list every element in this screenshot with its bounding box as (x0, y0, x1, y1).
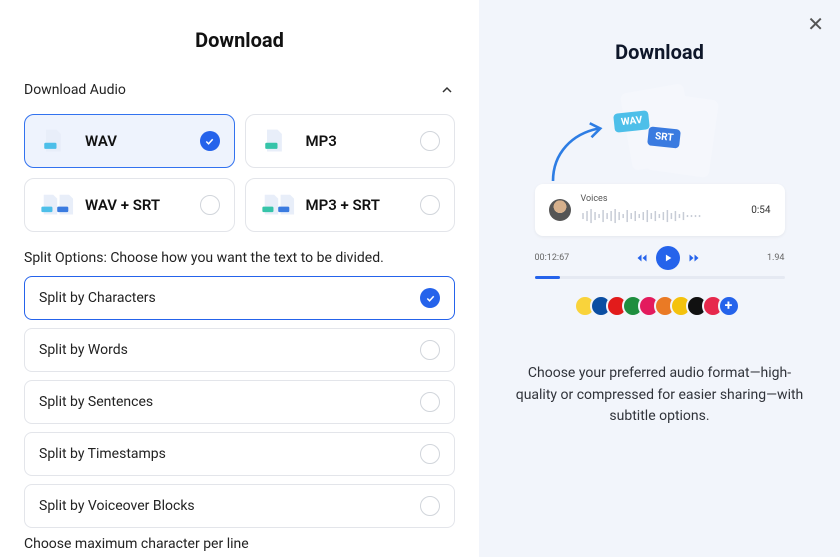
split-option-words[interactable]: Split by Words (24, 328, 455, 372)
play-button[interactable] (656, 246, 680, 270)
split-option-characters[interactable]: Split by Characters (24, 276, 455, 320)
split-option-sentences[interactable]: Split by Sentences (24, 380, 455, 424)
left-panel: Download Download Audio WAV MP3 (0, 0, 479, 557)
forward-icon[interactable] (688, 252, 700, 264)
arrow-icon (546, 118, 616, 188)
progress-bar[interactable] (535, 276, 785, 279)
language-flags: + (535, 295, 785, 317)
format-label: MP3 + SRT (306, 196, 421, 214)
radio-checked-icon (420, 288, 440, 308)
split-option-timestamps[interactable]: Split by Timestamps (24, 432, 455, 476)
right-panel: ✕ Download WAV SRT Voices 0:54 (479, 0, 840, 557)
split-option-voiceover-blocks[interactable]: Split by Voiceover Blocks (24, 484, 455, 528)
modal-title: Download (24, 28, 455, 52)
radio-empty-icon (420, 496, 440, 516)
format-label: WAV + SRT (85, 196, 200, 214)
radio-empty-icon (420, 340, 440, 360)
format-option-mp3-srt[interactable]: MP3 + SRT (245, 178, 456, 232)
illustration: WAV SRT Voices 0:54 00:12:67 (535, 94, 785, 317)
mp3-srt-icon (260, 191, 300, 219)
format-label: MP3 (306, 132, 421, 150)
download-audio-label: Download Audio (24, 82, 126, 98)
split-option-label: Split by Timestamps (39, 446, 166, 462)
right-panel-description: Choose your preferred audio format—high-… (503, 363, 816, 428)
radio-checked-icon (200, 131, 220, 151)
wav-tag-icon: WAV (613, 110, 650, 133)
radio-empty-icon (420, 392, 440, 412)
wav-srt-icon (39, 191, 79, 219)
mp3-icon (260, 127, 300, 155)
format-option-wav[interactable]: WAV (24, 114, 235, 168)
radio-empty-icon (420, 195, 440, 215)
right-panel-title: Download (615, 40, 704, 64)
max-characters-label: Choose maximum character per line (24, 536, 455, 552)
format-label: WAV (85, 132, 200, 150)
close-icon[interactable]: ✕ (807, 14, 824, 34)
voices-label: Voices (581, 194, 742, 204)
waveform-icon (581, 206, 742, 226)
format-option-wav-srt[interactable]: WAV + SRT (24, 178, 235, 232)
playback-scale: 1.94 (767, 253, 785, 263)
rewind-icon[interactable] (636, 252, 648, 264)
wav-icon (39, 127, 79, 155)
download-audio-header[interactable]: Download Audio (24, 74, 455, 106)
elapsed-time: 00:12:67 (535, 253, 570, 263)
radio-empty-icon (420, 444, 440, 464)
split-option-label: Split by Characters (39, 290, 156, 306)
more-flags-icon: + (718, 295, 740, 317)
radio-empty-icon (200, 195, 220, 215)
split-option-label: Split by Sentences (39, 394, 153, 410)
split-options-title: Split Options: Choose how you want the t… (24, 250, 455, 266)
player-controls: 00:12:67 1.94 (535, 246, 785, 270)
duration: 0:54 (751, 205, 770, 216)
voice-player: Voices 0:54 (535, 184, 785, 236)
chevron-up-icon (439, 82, 455, 98)
avatar (549, 199, 571, 221)
split-option-label: Split by Voiceover Blocks (39, 498, 195, 514)
radio-empty-icon (420, 131, 440, 151)
split-option-label: Split by Words (39, 342, 128, 358)
format-grid: WAV MP3 WAV + SRT MP3 + SRT (24, 114, 455, 232)
format-option-mp3[interactable]: MP3 (245, 114, 456, 168)
srt-tag-icon: SRT (647, 126, 681, 148)
